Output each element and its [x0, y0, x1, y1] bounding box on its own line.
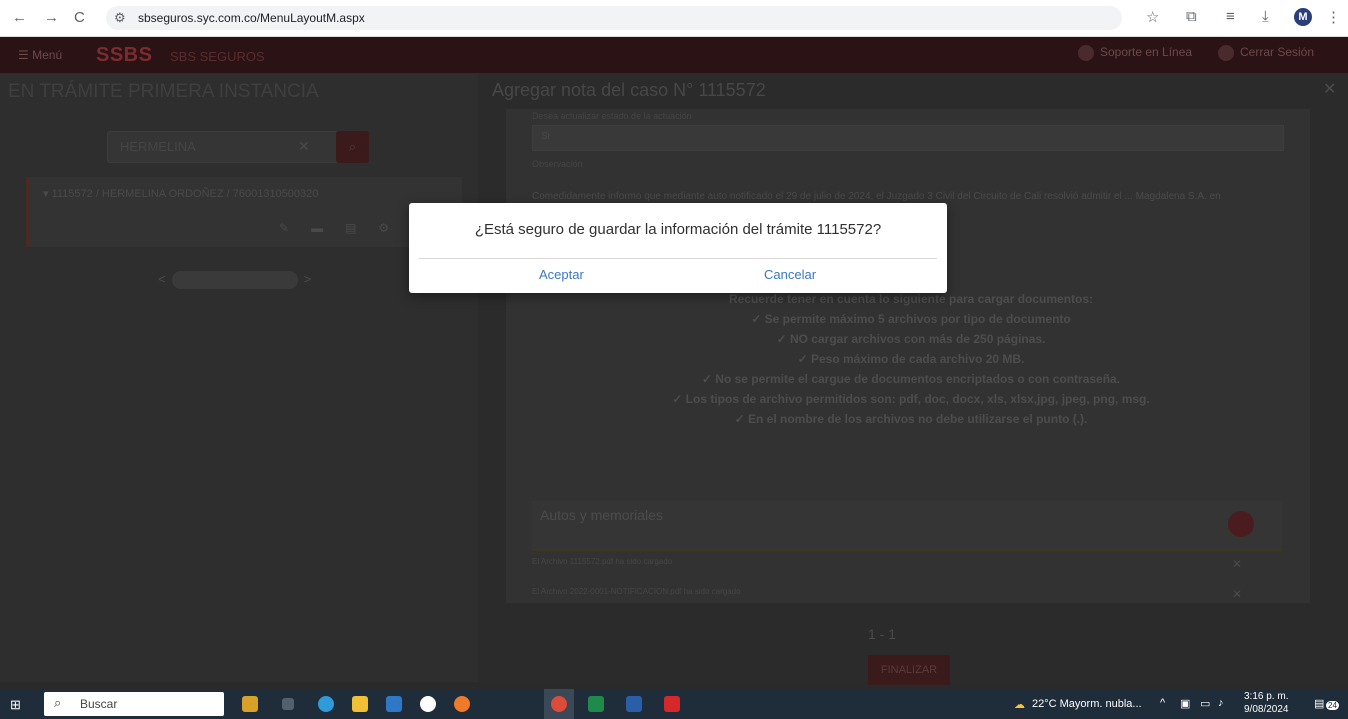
- next-page-button[interactable]: >: [304, 271, 312, 286]
- notification-center-icon[interactable]: ▤: [1314, 697, 1324, 710]
- requirement-item: ✓ Peso máximo de cada archivo 20 MB.: [797, 352, 1025, 366]
- upload-requirements: Recuerde tener en cuenta lo siguiente pa…: [566, 289, 1256, 429]
- site-info-icon[interactable]: ⚙: [114, 10, 126, 26]
- weather-icon: ☁: [1014, 699, 1025, 711]
- help-icon: [1078, 45, 1094, 61]
- note-panel: Agregar nota del caso N° 1115572 ✕ Desea…: [478, 73, 1348, 685]
- file-row: El Archivo 1115572.pdf ha sido cargado ✕: [532, 557, 1282, 579]
- note-panel-title: Agregar nota del caso N° 1115572: [492, 80, 766, 100]
- menu-button[interactable]: ☰ Menú: [18, 48, 62, 62]
- display-icon[interactable]: ▭: [1200, 697, 1210, 710]
- file-name: El Archivo 1115572.pdf ha sido cargado: [532, 557, 673, 566]
- more-menu-icon[interactable]: ⋮: [1326, 8, 1341, 26]
- left-panel: EN TRÁMITE PRIMERA INSTANCIA HERMELINA ✕…: [0, 73, 478, 682]
- file-explorer-icon[interactable]: [352, 696, 368, 712]
- accept-button[interactable]: Aceptar: [539, 267, 584, 282]
- network-icon[interactable]: ▣: [1180, 697, 1190, 710]
- settings-icon[interactable]: ⚙: [378, 221, 411, 235]
- status-field-label: Desea actualizar estado de la actuación: [532, 111, 692, 121]
- help-link[interactable]: Soporte en Línea: [1078, 45, 1192, 61]
- briefcase-app-icon[interactable]: [242, 696, 258, 712]
- taskbar: ⊞ ⌕ Buscar ☁ 22°C Mayorm. nubla... ^ ▣ ▭…: [0, 689, 1348, 719]
- confirm-dialog: ¿Está seguro de guardar la información d…: [409, 203, 947, 293]
- requirement-item: ✓ En el nombre de los archivos no debe u…: [734, 412, 1088, 426]
- remove-file-icon[interactable]: ✕: [1232, 587, 1242, 601]
- reading-list-icon[interactable]: ≡: [1226, 8, 1235, 25]
- dialog-divider: [419, 258, 937, 259]
- chrome-icon[interactable]: [551, 696, 567, 712]
- taskbar-search-placeholder: Buscar: [80, 697, 118, 711]
- finalize-button[interactable]: FINALIZAR: [868, 655, 950, 685]
- app-header: ☰ Menú SSBS SBS SEGUROS Soporte en Línea…: [0, 37, 1348, 73]
- requirement-item: ✓ NO cargar archivos con más de 250 pági…: [776, 332, 1046, 346]
- word-icon[interactable]: [626, 696, 642, 712]
- firefox-icon[interactable]: [454, 696, 470, 712]
- case-card[interactable]: ▾ 1115572 / HERMELINA ORDOÑEZ / 76001310…: [26, 177, 462, 247]
- task-view-icon[interactable]: [282, 698, 294, 710]
- outlook-icon[interactable]: [386, 696, 402, 712]
- excel-icon[interactable]: [588, 696, 604, 712]
- file-row: El Archivo 2022-0001-NOTIFICACION.pdf ha…: [532, 587, 1282, 609]
- url-text[interactable]: sbseguros.syc.com.co/MenuLayoutM.aspx: [138, 11, 365, 25]
- edit-icon[interactable]: ✎: [279, 221, 311, 235]
- search-icon: ⌕: [348, 139, 357, 154]
- user-icon: [1218, 45, 1234, 61]
- logo: SSBS: [96, 44, 153, 66]
- folder-icon[interactable]: ▬: [311, 221, 345, 235]
- reload-icon[interactable]: C: [74, 9, 85, 26]
- weather-text[interactable]: 22°C Mayorm. nubla...: [1032, 698, 1142, 710]
- taskbar-search[interactable]: ⌕ Buscar: [44, 692, 224, 716]
- requirement-item: ✓ Los tipos de archivo permitidos son: p…: [672, 392, 1150, 406]
- autos-title: Autos y memoriales: [540, 507, 663, 523]
- case-title: ▾ 1115572 / HERMELINA ORDOÑEZ / 76001310…: [43, 188, 319, 200]
- download-icon[interactable]: ⤓: [1262, 8, 1269, 25]
- status-select-value: Si: [541, 131, 550, 142]
- address-bar[interactable]: ⚙ sbseguros.syc.com.co/MenuLayoutM.aspx: [106, 6, 1122, 30]
- windows-start-icon[interactable]: ⊞: [10, 697, 21, 713]
- browser-toolbar: ← → C ⚙ sbseguros.syc.com.co/MenuLayoutM…: [0, 0, 1348, 37]
- file-name: El Archivo 2022-0001-NOTIFICACION.pdf ha…: [532, 587, 741, 596]
- cancel-button[interactable]: Cancelar: [764, 267, 816, 282]
- page-indicator: [171, 271, 298, 289]
- search-input[interactable]: HERMELINA ✕: [107, 131, 339, 163]
- note-form: Desea actualizar estado de la actuación …: [506, 109, 1310, 603]
- edge-icon[interactable]: [318, 696, 334, 712]
- requirement-item: ✓ Se permite máximo 5 archivos por tipo …: [751, 312, 1071, 326]
- autos-section: Autos y memoriales: [532, 501, 1282, 551]
- requirement-item: ✓ No se permite el cargue de documentos …: [701, 372, 1121, 386]
- search-button[interactable]: ⌕: [336, 131, 369, 163]
- case-actions: ✎▬▤⚙: [279, 221, 411, 235]
- upload-edit-button[interactable]: [1228, 511, 1254, 537]
- pagination: < >: [158, 271, 311, 289]
- clear-search-icon[interactable]: ✕: [298, 138, 310, 155]
- extensions-icon[interactable]: ⧉: [1186, 8, 1197, 25]
- search-value: HERMELINA: [120, 139, 196, 154]
- forward-icon[interactable]: →: [44, 9, 59, 26]
- bottom-page-indicator: 1 - 1: [868, 626, 897, 642]
- volume-icon[interactable]: ♪: [1218, 697, 1224, 709]
- close-icon[interactable]: ✕: [1323, 79, 1336, 99]
- remove-file-icon[interactable]: ✕: [1232, 557, 1242, 571]
- observation-label: Observación: [532, 159, 583, 169]
- tray-chevron-icon[interactable]: ^: [1160, 697, 1165, 709]
- clock-time[interactable]: 3:16 p. m.: [1244, 691, 1288, 702]
- acrobat-icon[interactable]: [664, 696, 680, 712]
- prev-page-button[interactable]: <: [158, 271, 166, 286]
- status-select[interactable]: Si: [532, 125, 1284, 151]
- section-title: EN TRÁMITE PRIMERA INSTANCIA: [8, 81, 319, 102]
- confirm-message: ¿Está seguro de guardar la información d…: [474, 221, 882, 238]
- logo-subtitle: SBS SEGUROS: [170, 49, 265, 64]
- notification-badge: 24: [1326, 701, 1339, 710]
- user-menu[interactable]: Cerrar Sesión: [1218, 45, 1314, 61]
- profile-avatar[interactable]: M: [1294, 8, 1312, 26]
- chrome-alt-icon[interactable]: [420, 696, 436, 712]
- search-icon: ⌕: [54, 695, 62, 710]
- back-icon[interactable]: ←: [12, 9, 27, 26]
- bookmark-star-icon[interactable]: ☆: [1146, 8, 1159, 26]
- document-icon[interactable]: ▤: [345, 221, 378, 235]
- clock-date[interactable]: 9/08/2024: [1244, 704, 1289, 715]
